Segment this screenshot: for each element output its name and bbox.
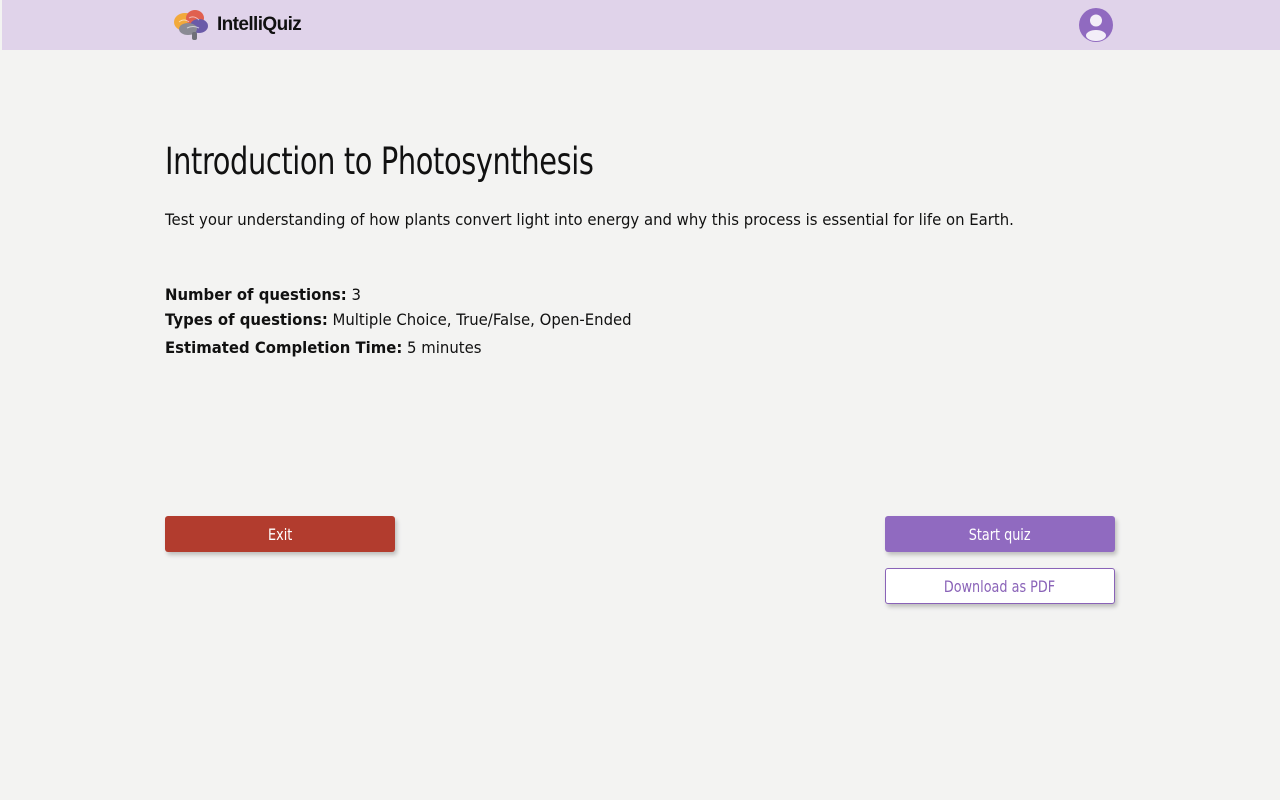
download-pdf-button[interactable]: Download as PDF [885, 568, 1115, 604]
app-logo[interactable]: IntelliQuiz [173, 8, 302, 42]
quiz-description: Test your understanding of how plants co… [165, 210, 1014, 229]
user-avatar-icon [1079, 8, 1113, 42]
top-header: IntelliQuiz [2, 0, 1280, 50]
question-count-value: 3 [351, 285, 361, 304]
question-types-value: Multiple Choice, True/False, Open-Ended [332, 310, 632, 329]
app-name: IntelliQuiz [217, 14, 302, 35]
completion-time-value: 5 minutes [407, 338, 482, 357]
question-count-line: Number of questions: 3 [165, 285, 361, 304]
start-quiz-button-label: Start quiz [969, 524, 1031, 544]
question-types-line: Types of questions: Multiple Choice, Tru… [165, 310, 632, 329]
start-quiz-button[interactable]: Start quiz [885, 516, 1115, 552]
exit-button-label: Exit [267, 524, 293, 544]
user-avatar-button[interactable] [1078, 8, 1114, 42]
exit-button[interactable]: Exit [165, 516, 395, 552]
download-pdf-button-label: Download as PDF [944, 576, 1056, 596]
completion-time-line: Estimated Completion Time: 5 minutes [165, 338, 481, 357]
question-count-label: Number of questions: [165, 285, 347, 304]
completion-time-label: Estimated Completion Time: [165, 338, 403, 357]
quiz-title: Introduction to Photosynthesis [165, 140, 594, 183]
brain-logo-icon [174, 10, 208, 40]
question-types-label: Types of questions: [165, 310, 328, 329]
